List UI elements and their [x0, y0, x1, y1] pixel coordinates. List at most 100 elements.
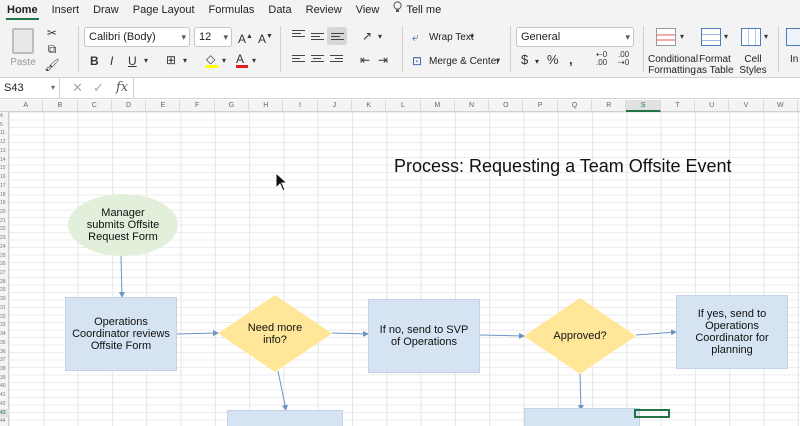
row-header[interactable]: 31: [0, 304, 9, 313]
column-header[interactable]: B: [43, 100, 78, 112]
row-header[interactable]: 18: [0, 191, 9, 200]
insert-function-icon[interactable]: fx: [116, 78, 128, 98]
currency-icon[interactable]: $: [521, 53, 528, 67]
chevron-down-icon[interactable]: ▾: [183, 54, 187, 68]
row-header[interactable]: 37: [0, 356, 9, 365]
row-header[interactable]: 38: [0, 365, 9, 374]
wrap-text-icon[interactable]: ⤶: [412, 30, 419, 44]
column-header[interactable]: C: [78, 100, 112, 112]
insert-cells-icon[interactable]: [786, 28, 800, 46]
insert-cells-button[interactable]: In: [790, 54, 800, 65]
chevron-down-icon[interactable]: ▾: [222, 54, 226, 68]
align-top-icon[interactable]: [292, 30, 305, 41]
column-header[interactable]: P: [524, 100, 558, 112]
approved-decision[interactable]: Approved?: [524, 298, 636, 374]
fill-color-icon[interactable]: ◇: [206, 52, 218, 68]
row-header[interactable]: 4: [0, 112, 9, 121]
bold-button[interactable]: B: [90, 54, 99, 68]
cell-styles-icon[interactable]: [741, 28, 761, 46]
column-header[interactable]: J: [318, 100, 352, 112]
column-header[interactable]: N: [455, 100, 490, 112]
row-header[interactable]: 28: [0, 278, 9, 287]
increase-font-icon[interactable]: A▲: [238, 30, 253, 46]
tab-draw[interactable]: Draw: [86, 0, 126, 20]
orientation-icon[interactable]: ↗: [362, 29, 372, 43]
tell-me-search[interactable]: Tell me: [386, 0, 448, 20]
italic-button[interactable]: I: [110, 54, 113, 68]
decrease-indent-icon[interactable]: ⇤: [360, 53, 370, 67]
increase-decimal-icon[interactable]: ⇠0.00: [596, 51, 607, 67]
paste-button[interactable]: Paste: [6, 26, 40, 74]
column-header[interactable]: G: [215, 100, 250, 112]
column-header[interactable]: K: [352, 100, 387, 112]
chevron-down-icon[interactable]: ▾: [535, 55, 539, 69]
tab-insert[interactable]: Insert: [45, 0, 87, 20]
name-box[interactable]: S43 ▾: [0, 78, 60, 98]
cell-styles-button[interactable]: Cell Styles: [736, 54, 770, 76]
enter-icon[interactable]: ✓: [93, 78, 104, 98]
column-header[interactable]: W: [764, 100, 798, 112]
row-header[interactable]: 20: [0, 208, 9, 217]
column-header[interactable]: E: [146, 100, 181, 112]
info-decision[interactable]: Need more info?: [218, 295, 332, 372]
column-header[interactable]: Q: [558, 100, 593, 112]
merge-icon[interactable]: ⊡: [412, 54, 422, 68]
row-header[interactable]: 11: [0, 129, 9, 138]
column-header[interactable]: V: [729, 100, 764, 112]
format-as-table-icon[interactable]: [701, 28, 721, 46]
column-header[interactable]: T: [661, 100, 695, 112]
font-name-select[interactable]: Calibri (Body) ▾: [84, 27, 190, 47]
column-header[interactable]: R: [592, 100, 627, 112]
row-header[interactable]: 16: [0, 173, 9, 182]
tab-page-layout[interactable]: Page Layout: [126, 0, 202, 20]
row-header[interactable]: 14: [0, 156, 9, 165]
column-header[interactable]: U: [695, 100, 730, 112]
cancel-icon[interactable]: ✕: [72, 78, 83, 98]
font-color-icon[interactable]: A: [236, 52, 248, 68]
row-header[interactable]: 36: [0, 348, 9, 357]
column-header[interactable]: S: [626, 100, 661, 112]
column-header[interactable]: O: [489, 100, 524, 112]
conditional-formatting-icon[interactable]: [656, 28, 676, 46]
number-format-select[interactable]: General ▾: [516, 27, 634, 47]
row-header[interactable]: 43: [0, 408, 9, 418]
format-painter-icon[interactable]: 🖌: [44, 58, 60, 72]
column-header[interactable]: I: [283, 100, 318, 112]
increase-indent-icon[interactable]: ⇥: [378, 53, 388, 67]
row-header[interactable]: 35: [0, 339, 9, 348]
row-header[interactable]: 30: [0, 295, 9, 304]
chevron-down-icon[interactable]: ▾: [724, 30, 728, 44]
conditional-formatting-button[interactable]: Conditional Formatting: [648, 54, 698, 76]
cut-icon[interactable]: ✂: [44, 26, 60, 40]
row-header[interactable]: 32: [0, 313, 9, 322]
align-middle-icon[interactable]: [311, 33, 324, 44]
tab-formulas[interactable]: Formulas: [202, 0, 262, 20]
chart-title[interactable]: Process: Requesting a Team Offsite Event: [394, 156, 732, 177]
row-header[interactable]: 12: [0, 138, 9, 147]
tab-home[interactable]: Home: [0, 0, 45, 20]
font-size-select[interactable]: 12 ▾: [194, 27, 232, 47]
tab-review[interactable]: Review: [299, 0, 349, 20]
format-as-table-button[interactable]: Format as Table: [696, 54, 734, 76]
row-header[interactable]: 33: [0, 321, 9, 330]
row-header[interactable]: 42: [0, 400, 9, 409]
formula-input[interactable]: [133, 78, 800, 98]
row-header[interactable]: 34: [0, 330, 9, 339]
tab-data[interactable]: Data: [261, 0, 298, 20]
row-header[interactable]: 26: [0, 260, 9, 269]
underline-button[interactable]: U: [128, 54, 137, 68]
chevron-down-icon[interactable]: ▾: [470, 30, 474, 44]
align-center-icon[interactable]: [311, 55, 324, 66]
row-header[interactable]: 25: [0, 252, 9, 261]
chevron-down-icon[interactable]: ▾: [680, 30, 684, 44]
row-header[interactable]: 23: [0, 234, 9, 243]
align-left-icon[interactable]: [292, 55, 305, 66]
column-header[interactable]: D: [112, 100, 147, 112]
selected-cell[interactable]: [634, 409, 670, 418]
row-header[interactable]: 17: [0, 182, 9, 191]
row-header[interactable]: 24: [0, 243, 9, 252]
copy-icon[interactable]: ⧉: [44, 42, 60, 56]
start-oval[interactable]: Manager submits Offsite Request Form: [68, 194, 178, 256]
comma-icon[interactable]: ,: [569, 53, 573, 67]
chevron-down-icon[interactable]: ▾: [378, 30, 382, 44]
